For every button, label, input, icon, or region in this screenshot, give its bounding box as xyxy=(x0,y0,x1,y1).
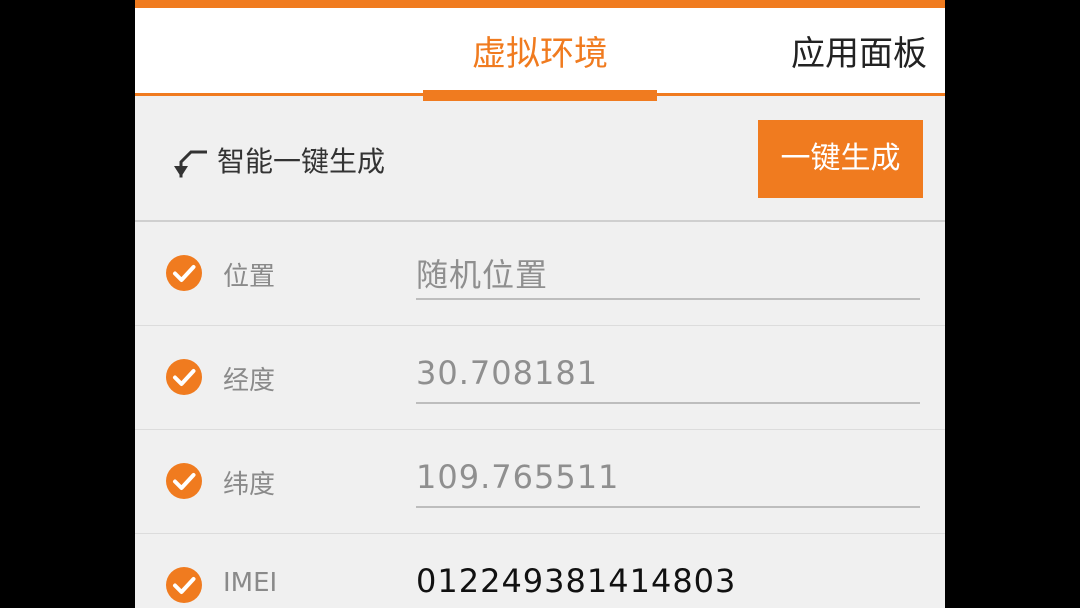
one-click-generate-button[interactable]: 一键生成 xyxy=(758,120,923,198)
field-value-input[interactable]: 109.765511 xyxy=(416,458,920,496)
smart-generate-row: 智能一键生成 一键生成 xyxy=(135,96,945,220)
smart-generate-label[interactable]: 智能一键生成 xyxy=(217,140,385,180)
check-circle-icon[interactable] xyxy=(165,358,203,396)
field-label: IMEI xyxy=(223,568,278,598)
app-screen: 虚拟环境 应用面板 智能一键生成 一键生成 位置 随机位置 经度 30.7081… xyxy=(135,0,945,608)
check-circle-icon[interactable] xyxy=(165,254,203,292)
field-value-input[interactable]: 30.708181 xyxy=(416,354,920,392)
tab-bar: 虚拟环境 应用面板 xyxy=(135,8,945,101)
field-row-longitude: 经度 30.708181 xyxy=(135,326,945,430)
check-circle-icon[interactable] xyxy=(165,566,203,604)
tab-virtual-environment[interactable]: 虚拟环境 xyxy=(423,34,657,74)
field-value-input[interactable]: 随机位置 xyxy=(416,250,920,296)
field-label: 位置 xyxy=(223,262,276,292)
top-accent-bar xyxy=(135,0,945,8)
field-row-location: 位置 随机位置 xyxy=(135,222,945,326)
check-circle-icon[interactable] xyxy=(165,462,203,500)
field-value-input[interactable]: 012249381414803 xyxy=(416,562,920,600)
input-underline xyxy=(416,298,920,300)
field-label: 纬度 xyxy=(223,470,276,500)
field-row-latitude: 纬度 109.765511 xyxy=(135,430,945,534)
arrow-down-icon[interactable] xyxy=(171,146,207,180)
field-row-imei: IMEI 012249381414803 xyxy=(135,534,945,608)
tab-app-panel[interactable]: 应用面板 xyxy=(791,34,927,74)
input-underline xyxy=(416,506,920,508)
input-underline xyxy=(416,402,920,404)
field-label: 经度 xyxy=(223,366,276,396)
